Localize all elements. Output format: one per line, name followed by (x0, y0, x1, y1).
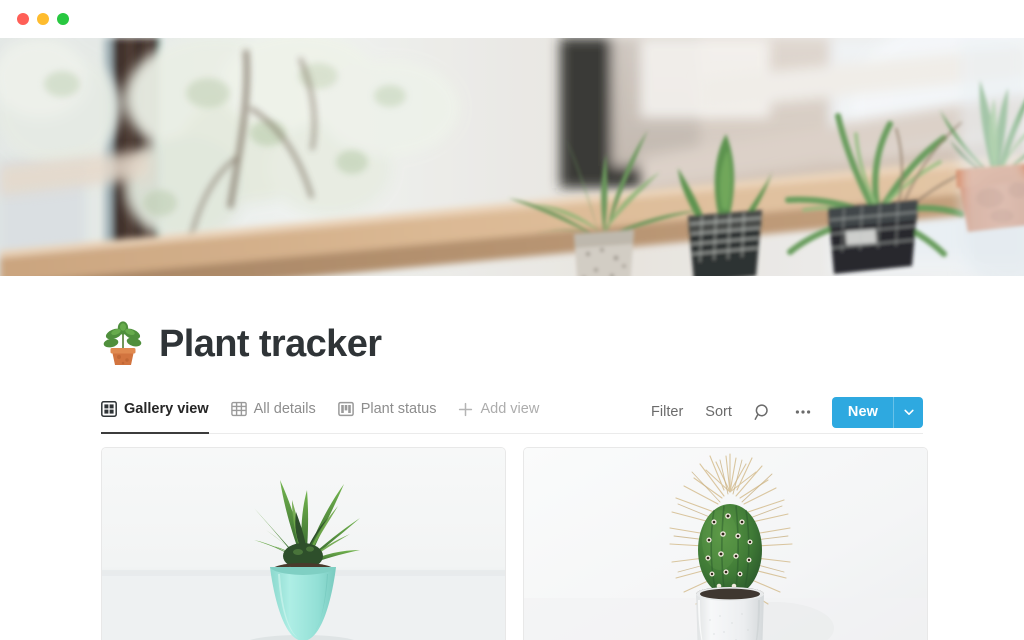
plant-card-cactus[interactable] (523, 447, 928, 640)
add-view-button[interactable]: Add view (458, 393, 539, 434)
window-titlebar (0, 0, 1024, 38)
view-tabs: Gallery view All details Plant status Ad… (101, 392, 539, 434)
sort-button[interactable]: Sort (705, 404, 732, 420)
chevron-down-icon[interactable] (893, 396, 923, 428)
minimize-window-button[interactable] (37, 13, 49, 25)
tab-gallery-view[interactable]: Gallery view (101, 393, 209, 434)
add-view-label: Add view (480, 401, 540, 417)
tab-all-details-label: All details (253, 401, 316, 417)
new-record-label: New (847, 404, 878, 420)
plant-card-succulent[interactable] (101, 447, 506, 640)
search-icon[interactable] (754, 403, 772, 421)
view-toolbar: Filter Sort New (651, 396, 923, 428)
tab-plant-status[interactable]: Plant status (337, 393, 437, 434)
filter-button[interactable]: Filter (651, 404, 683, 420)
close-window-button[interactable] (17, 13, 29, 25)
more-options-icon[interactable] (794, 403, 812, 421)
grid-table-icon (230, 401, 247, 417)
tab-plant-status-label: Plant status (360, 401, 437, 417)
gallery-view-icon (101, 401, 117, 417)
tab-all-details[interactable]: All details (230, 393, 316, 434)
gallery-grid (101, 447, 928, 640)
plus-icon (458, 402, 473, 417)
maximize-window-button[interactable] (57, 13, 69, 25)
page-title: Plant tracker (159, 323, 382, 365)
new-record-button[interactable]: New (831, 396, 923, 428)
kanban-board-icon (337, 401, 354, 417)
tab-gallery-view-label: Gallery view (124, 401, 209, 417)
app-window: Plant tracker Gallery view All details P… (0, 0, 1024, 640)
view-bar: Gallery view All details Plant status Ad… (0, 392, 1024, 434)
potted-plant-emoji (101, 321, 145, 367)
hero-banner-image (0, 38, 1024, 276)
page-header: Plant tracker (101, 317, 382, 371)
page-body: Plant tracker Gallery view All details P… (0, 276, 1024, 640)
